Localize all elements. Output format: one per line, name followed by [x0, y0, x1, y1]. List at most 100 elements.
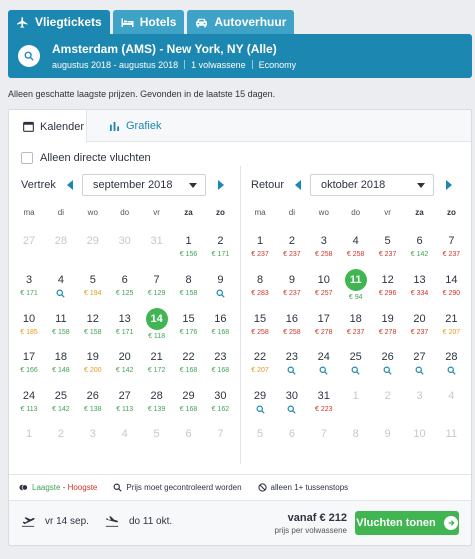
calendar-day[interactable]: 19 € 278: [372, 312, 404, 338]
outbound-month-select[interactable]: september 2018: [82, 174, 206, 196]
calendar-day[interactable]: 4 € 258: [340, 234, 372, 260]
direct-flights-checkbox[interactable]: [21, 152, 33, 164]
search-icon[interactable]: [351, 366, 360, 375]
calendar-day[interactable]: 9 € 237: [276, 273, 308, 299]
calendar-day[interactable]: 2 € 237: [276, 234, 308, 260]
calendar-day[interactable]: 17 € 166: [13, 350, 45, 376]
calendar-day[interactable]: 29: [244, 389, 276, 414]
calendar-day[interactable]: 4: [45, 273, 77, 298]
calendar-day[interactable]: 21 € 172: [141, 350, 173, 376]
calendar-day[interactable]: 12 € 158: [77, 312, 109, 338]
search-icon[interactable]: [287, 366, 297, 375]
day-number: 11: [344, 269, 367, 291]
direct-flights-toggle[interactable]: Alleen directe vluchten: [21, 152, 151, 164]
calendar-day[interactable]: 7 € 129: [141, 273, 173, 299]
day-number: 29: [182, 390, 195, 402]
return-prev-month[interactable]: [295, 180, 301, 190]
day-number: 1: [256, 235, 264, 247]
calendar-day[interactable]: 27: [404, 350, 436, 375]
outbound-next-month[interactable]: [218, 180, 224, 190]
calendar-day[interactable]: 26: [372, 350, 404, 375]
tab-calendar[interactable]: Kalender: [9, 110, 87, 143]
calendar-day[interactable]: 16 € 168: [204, 312, 236, 338]
calendar-day[interactable]: 30: [276, 389, 308, 414]
calendar-day[interactable]: 8 € 158: [173, 273, 205, 299]
calendar-day-selected[interactable]: 11 € 94: [340, 269, 372, 303]
calendar-day[interactable]: 1 € 156: [173, 234, 205, 260]
calendar-day[interactable]: 29 € 168: [173, 389, 205, 415]
price-calendar-card: Kalender Grafiek Alleen directe vluchten…: [8, 109, 472, 546]
day-number: 7: [448, 235, 455, 247]
day-number: 27: [413, 351, 426, 363]
calendar-day[interactable]: 6 € 142: [404, 234, 436, 260]
calendar-day[interactable]: 24 € 113: [13, 389, 45, 415]
return-next-month[interactable]: [446, 180, 452, 190]
calendar-day[interactable]: 21 € 207: [435, 312, 467, 338]
calendar-day[interactable]: 5 € 194: [77, 273, 109, 299]
calendar-day[interactable]: 5 € 237: [372, 234, 404, 260]
calendar-day[interactable]: 23: [276, 350, 308, 375]
calendar-day[interactable]: 15 € 176: [173, 312, 205, 338]
calendar-day[interactable]: 22 € 168: [173, 350, 205, 376]
calendar-day[interactable]: 20 € 237: [404, 312, 436, 338]
calendar-day[interactable]: 7 € 237: [435, 234, 467, 260]
calendar-day[interactable]: 11 € 158: [45, 312, 77, 338]
calendar-day[interactable]: 26 € 138: [77, 389, 109, 415]
legend: Laagste - Hoogste Prijs moet gecontrolee…: [9, 474, 471, 500]
calendar-day[interactable]: 28: [435, 350, 467, 375]
calendar-day[interactable]: 28 € 139: [141, 389, 173, 415]
tab-car-rental[interactable]: Autoverhuur: [187, 10, 295, 34]
search-icon[interactable]: [216, 289, 225, 298]
calendar-day[interactable]: 8 € 283: [244, 273, 276, 299]
calendar-day[interactable]: 22 € 207: [244, 350, 276, 376]
day-number: 3: [416, 390, 423, 402]
calendar-day[interactable]: 17 € 278: [308, 312, 340, 338]
calendar-day[interactable]: 10 € 257: [308, 273, 340, 299]
calendar-day[interactable]: 13 € 171: [109, 312, 141, 338]
return-month-select[interactable]: oktober 2018: [310, 174, 434, 196]
search-icon[interactable]: [56, 289, 66, 298]
calendar-day[interactable]: 24: [308, 350, 340, 375]
calendar-day[interactable]: 18 € 148: [45, 350, 77, 376]
calendar-day[interactable]: 16 € 258: [276, 312, 308, 338]
calendar-day[interactable]: 15 € 258: [244, 312, 276, 338]
day-number: 17: [317, 313, 330, 325]
search-summary[interactable]: Amsterdam (AMS) - New York, NY (Alle) au…: [8, 34, 472, 78]
landing-icon: [105, 516, 119, 527]
search-icon[interactable]: [415, 366, 424, 375]
outbound-prev-month[interactable]: [67, 180, 73, 190]
calendar-day[interactable]: 25 € 142: [45, 389, 77, 415]
calendar-day[interactable]: 23 € 168: [204, 350, 236, 376]
calendar-day[interactable]: 30 € 162: [204, 389, 236, 415]
search-icon[interactable]: [287, 405, 297, 414]
search-icon[interactable]: [256, 405, 265, 414]
calendar-day[interactable]: 25: [340, 350, 372, 375]
calendar-day[interactable]: 3 € 171: [13, 273, 45, 299]
calendar-day[interactable]: 9: [204, 273, 236, 298]
calendar-day[interactable]: 1 € 237: [244, 234, 276, 260]
search-icon[interactable]: [447, 366, 456, 375]
show-flights-button[interactable]: Vluchten tonen: [355, 511, 459, 535]
calendar-day[interactable]: 10 € 185: [13, 312, 45, 338]
calendar-day[interactable]: 13 € 334: [404, 273, 436, 299]
search-icon[interactable]: [383, 366, 392, 375]
calendar-day[interactable]: 19 € 200: [77, 350, 109, 376]
calendar-day[interactable]: 20 € 142: [109, 350, 141, 376]
calendar-day[interactable]: 18 € 237: [340, 312, 372, 338]
return-summary: do 11 okt.: [105, 516, 172, 527]
calendar-day[interactable]: 27 € 113: [109, 389, 141, 415]
search-icon[interactable]: [18, 45, 40, 67]
calendar-day[interactable]: 3 € 258: [308, 234, 340, 260]
calendar-day[interactable]: 31 € 223: [308, 389, 340, 415]
day-number: 27: [22, 235, 36, 247]
tab-flights[interactable]: Vliegtickets: [8, 10, 110, 34]
search-icon[interactable]: [319, 366, 328, 375]
calendar-day[interactable]: 12 € 296: [372, 273, 404, 299]
tab-hotels[interactable]: Hotels: [112, 10, 185, 34]
tab-chart[interactable]: Grafiek: [109, 110, 161, 142]
calendar-day-selected[interactable]: 14 € 118: [141, 308, 173, 342]
day-price: € 258: [315, 251, 333, 258]
calendar-day[interactable]: 6 € 125: [109, 273, 141, 299]
calendar-day[interactable]: 2 € 171: [204, 234, 236, 260]
calendar-day[interactable]: 14 € 290: [435, 273, 467, 299]
